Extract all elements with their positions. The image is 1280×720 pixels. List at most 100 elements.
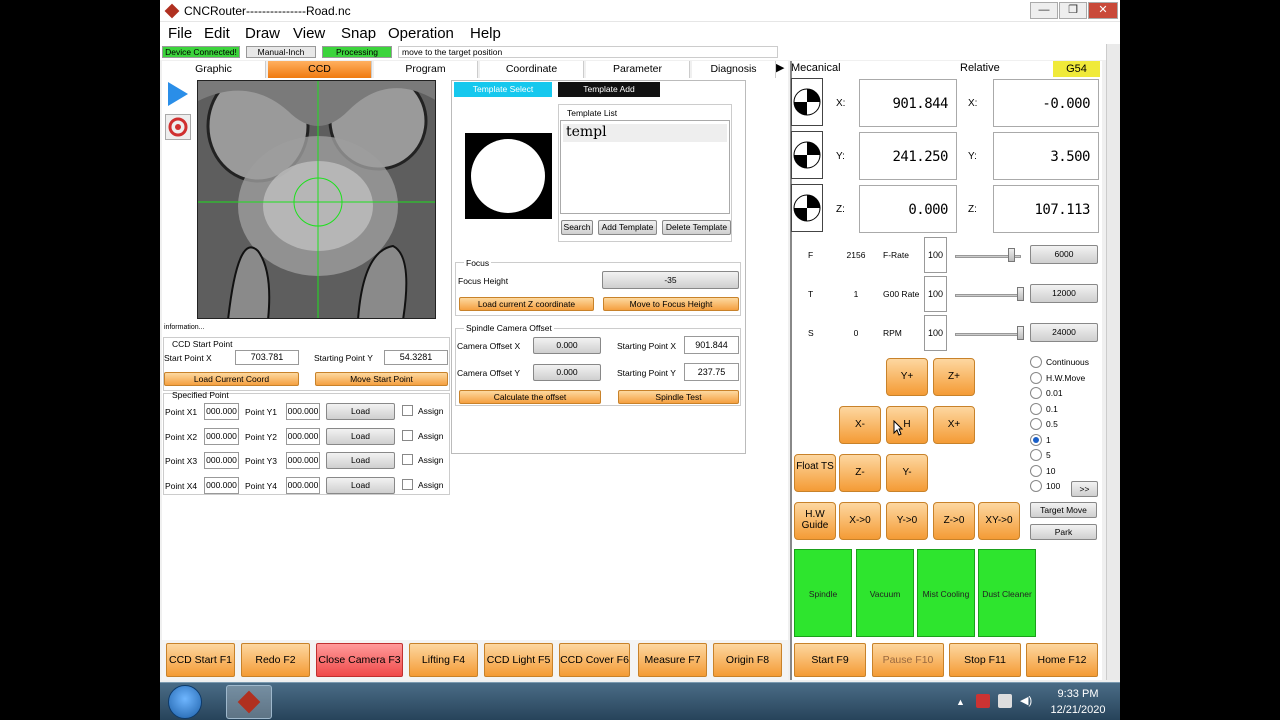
play-icon[interactable] bbox=[165, 80, 191, 108]
taskbar-app-icon[interactable] bbox=[226, 685, 272, 719]
step-radio[interactable] bbox=[1030, 480, 1042, 492]
restore-button[interactable]: ❐ bbox=[1059, 2, 1087, 19]
vacuum-toggle[interactable]: Vacuum bbox=[856, 549, 914, 637]
feed-percent-input[interactable]: 100 bbox=[924, 276, 947, 312]
feed-slider[interactable] bbox=[955, 294, 1021, 297]
focus-height-input[interactable]: -35 bbox=[602, 271, 739, 289]
feed-setpoint-button[interactable]: 24000 bbox=[1030, 323, 1098, 342]
target-move-button[interactable]: Target Move bbox=[1030, 502, 1097, 518]
menu-operation[interactable]: Operation bbox=[388, 25, 454, 42]
jog-y-minus-button[interactable]: Y- bbox=[886, 454, 928, 492]
assign-checkbox[interactable] bbox=[402, 478, 413, 490]
jog-z-plus-button[interactable]: Z+ bbox=[933, 358, 975, 396]
fkey-button-1[interactable]: CCD Start F1 bbox=[166, 643, 235, 677]
jog-z-minus-button[interactable]: Z- bbox=[839, 454, 881, 492]
xy-zero-button[interactable]: XY->0 bbox=[978, 502, 1020, 540]
more-steps-button[interactable]: >> bbox=[1071, 481, 1098, 497]
camera-view[interactable] bbox=[197, 80, 436, 319]
point-load-button[interactable]: Load bbox=[326, 403, 395, 420]
fkey-button-6[interactable]: CCD Cover F6 bbox=[559, 643, 630, 677]
jog-x-plus-button[interactable]: X+ bbox=[933, 406, 975, 444]
y-zero-button[interactable]: Y->0 bbox=[886, 502, 928, 540]
step-radio[interactable] bbox=[1030, 449, 1042, 461]
rel-y-value[interactable]: 3.500 bbox=[993, 132, 1099, 180]
menu-edit[interactable]: Edit bbox=[204, 25, 230, 42]
point-x-input[interactable]: 000.000 bbox=[204, 476, 239, 494]
template-list-item[interactable]: templ bbox=[563, 124, 727, 142]
jog-x-minus-button[interactable]: X- bbox=[839, 406, 881, 444]
rel-x-value[interactable]: -0.000 bbox=[993, 79, 1099, 127]
feed-slider[interactable] bbox=[955, 333, 1021, 336]
rel-z-value[interactable]: 107.113 bbox=[993, 185, 1099, 233]
menu-draw[interactable]: Draw bbox=[245, 25, 280, 42]
step-radio[interactable] bbox=[1030, 418, 1042, 430]
menu-view[interactable]: View bbox=[293, 25, 325, 42]
fkey-button-4[interactable]: Lifting F4 bbox=[409, 643, 478, 677]
assign-checkbox[interactable] bbox=[402, 405, 413, 416]
mist-cooling-toggle[interactable]: Mist Cooling bbox=[917, 549, 975, 637]
delete-template-button[interactable]: Delete Template bbox=[662, 220, 731, 235]
load-z-button[interactable]: Load current Z coordinate bbox=[459, 297, 594, 311]
point-y-input[interactable]: 000.000 bbox=[286, 452, 320, 469]
camera-offset-y-input[interactable]: 0.000 bbox=[533, 364, 601, 381]
tab-scroll-right-icon[interactable]: ▶ bbox=[776, 61, 788, 78]
tab-parameter[interactable]: Parameter bbox=[586, 61, 690, 78]
tab-template-select[interactable]: Template Select bbox=[454, 82, 552, 97]
menu-snap[interactable]: Snap bbox=[341, 25, 376, 42]
feed-slider-knob[interactable] bbox=[1017, 287, 1024, 301]
feed-percent-input[interactable]: 100 bbox=[924, 315, 947, 351]
z-zero-button[interactable]: Z->0 bbox=[933, 502, 975, 540]
tab-coordinate[interactable]: Coordinate bbox=[480, 61, 584, 78]
tray-expand-icon[interactable]: ▲ bbox=[956, 697, 965, 707]
camera-offset-x-input[interactable]: 0.000 bbox=[533, 337, 601, 354]
tab-ccd[interactable]: CCD bbox=[268, 61, 372, 78]
fkey-button-2[interactable]: Redo F2 bbox=[241, 643, 310, 677]
jog-y-plus-button[interactable]: Y+ bbox=[886, 358, 928, 396]
feed-percent-input[interactable]: 100 bbox=[924, 237, 947, 273]
start-orb-icon[interactable] bbox=[168, 685, 202, 719]
vertical-scrollbar[interactable] bbox=[1106, 44, 1120, 680]
point-load-button[interactable]: Load bbox=[326, 452, 395, 469]
load-current-coord-button[interactable]: Load Current Coord bbox=[164, 372, 299, 386]
step-radio[interactable] bbox=[1030, 387, 1042, 399]
float-ts-button[interactable]: Float TS bbox=[794, 454, 836, 492]
step-radio[interactable] bbox=[1030, 464, 1042, 477]
start-x-input[interactable]: 703.781 bbox=[235, 350, 299, 365]
close-button[interactable]: ✕ bbox=[1088, 2, 1118, 19]
tab-program[interactable]: Program bbox=[374, 61, 478, 78]
fkey-button-7[interactable]: Measure F7 bbox=[638, 643, 707, 677]
park-button[interactable]: Park bbox=[1030, 524, 1097, 540]
step-radio[interactable] bbox=[1030, 356, 1042, 368]
target-icon[interactable] bbox=[165, 114, 191, 140]
point-y-input[interactable]: 000.000 bbox=[286, 427, 320, 445]
offset-start-y-input[interactable]: 237.75 bbox=[684, 363, 739, 381]
step-radio[interactable] bbox=[1030, 433, 1042, 446]
fkey-button-9[interactable]: Start F9 bbox=[794, 643, 866, 677]
clock-date[interactable]: 12/21/2020 bbox=[1042, 704, 1114, 716]
feed-slider-knob[interactable] bbox=[1017, 326, 1024, 340]
search-template-button[interactable]: Search bbox=[561, 220, 593, 235]
minimize-button[interactable]: — bbox=[1030, 2, 1058, 19]
feed-setpoint-button[interactable]: 6000 bbox=[1030, 245, 1098, 264]
fkey-button-5[interactable]: CCD Light F5 bbox=[484, 643, 553, 677]
hw-guide-button[interactable]: H.W Guide bbox=[794, 502, 836, 540]
calculate-offset-button[interactable]: Calculate the offset bbox=[459, 390, 601, 404]
menu-help[interactable]: Help bbox=[470, 25, 501, 42]
add-template-button[interactable]: Add Template bbox=[598, 220, 657, 235]
step-radio[interactable] bbox=[1030, 402, 1042, 415]
menu-file[interactable]: File bbox=[168, 25, 192, 42]
point-y-input[interactable]: 000.000 bbox=[286, 476, 320, 494]
point-x-input[interactable]: 000.000 bbox=[204, 403, 239, 420]
tab-graphic[interactable]: Graphic bbox=[162, 61, 266, 78]
tab-template-add[interactable]: Template Add bbox=[558, 82, 660, 97]
offset-start-x-input[interactable]: 901.844 bbox=[684, 336, 739, 354]
assign-checkbox[interactable] bbox=[402, 429, 413, 441]
tray-network-icon[interactable] bbox=[998, 694, 1012, 708]
fkey-button-11[interactable]: Stop F11 bbox=[949, 643, 1021, 677]
assign-checkbox[interactable] bbox=[402, 454, 413, 465]
feed-setpoint-button[interactable]: 12000 bbox=[1030, 284, 1098, 303]
point-y-input[interactable]: 000.000 bbox=[286, 403, 320, 420]
point-x-input[interactable]: 000.000 bbox=[204, 427, 239, 445]
template-list[interactable]: templ bbox=[560, 120, 730, 214]
x-zero-button[interactable]: X->0 bbox=[839, 502, 881, 540]
